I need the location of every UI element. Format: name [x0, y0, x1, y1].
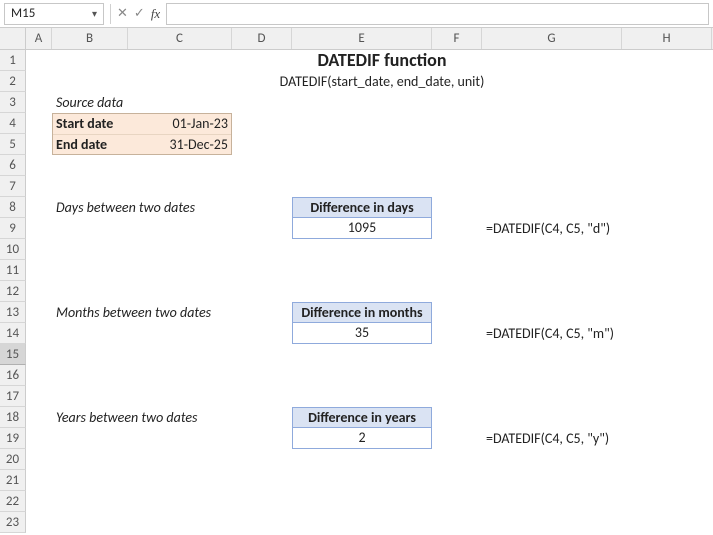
- cancel-icon: ✕: [117, 6, 128, 21]
- row-header-15[interactable]: 15: [0, 344, 26, 365]
- formula-input[interactable]: [166, 3, 709, 25]
- fx-icon[interactable]: fx: [151, 6, 160, 22]
- confirm-icon: ✓: [134, 6, 145, 21]
- row-header-5[interactable]: 5: [0, 134, 26, 155]
- row-header-4[interactable]: 4: [0, 113, 26, 134]
- formula-bar-buttons: ✕ ✓ fx: [117, 6, 160, 22]
- row-header-17[interactable]: 17: [0, 386, 26, 407]
- row-header-9[interactable]: 9: [0, 218, 26, 239]
- formula-bar: M15 ▾ ✕ ✓ fx: [0, 0, 713, 28]
- row-header-16[interactable]: 16: [0, 365, 26, 386]
- row-header-23[interactable]: 23: [0, 512, 26, 533]
- row-header-12[interactable]: 12: [0, 281, 26, 302]
- row-header-18[interactable]: 18: [0, 407, 26, 428]
- row-header-3[interactable]: 3: [0, 92, 26, 113]
- column-header-g[interactable]: G: [482, 28, 622, 49]
- start-date-label: Start date: [52, 113, 128, 134]
- result-value-1[interactable]: 35: [292, 323, 432, 344]
- column-header-a[interactable]: A: [26, 28, 52, 49]
- row-header-6[interactable]: 6: [0, 155, 26, 176]
- result-value-2[interactable]: 2: [292, 428, 432, 449]
- row-header-8[interactable]: 8: [0, 197, 26, 218]
- row-header-1[interactable]: 1: [0, 50, 26, 71]
- formula-text-1: =DATEDIF(C4, C5, "m"): [482, 323, 712, 344]
- end-date-label: End date: [52, 134, 128, 155]
- column-header-f[interactable]: F: [432, 28, 482, 49]
- row-header-22[interactable]: 22: [0, 491, 26, 512]
- source-heading: Source data: [52, 92, 232, 113]
- row-header-19[interactable]: 19: [0, 428, 26, 449]
- name-box[interactable]: M15 ▾: [4, 3, 104, 25]
- formula-text-0: =DATEDIF(C4, C5, "d"): [482, 218, 712, 239]
- section-desc-1: Months between two dates: [52, 302, 292, 323]
- row-header-11[interactable]: 11: [0, 260, 26, 281]
- column-header-e[interactable]: E: [292, 28, 432, 49]
- section-desc-0: Days between two dates: [52, 197, 292, 218]
- start-date-value[interactable]: 01-Jan-23: [128, 113, 232, 134]
- row-headers: 1234567891011121314151617181920212223: [0, 50, 26, 533]
- name-box-value: M15: [11, 6, 35, 21]
- row-header-21[interactable]: 21: [0, 470, 26, 491]
- spreadsheet-grid[interactable]: ABCDEFGH 1234567891011121314151617181920…: [0, 28, 713, 50]
- column-header-c[interactable]: C: [128, 28, 232, 49]
- end-date-value[interactable]: 31-Dec-25: [128, 134, 232, 155]
- formula-text-2: =DATEDIF(C4, C5, "y"): [482, 428, 712, 449]
- page-title: DATEDIF function: [52, 50, 712, 71]
- row-header-13[interactable]: 13: [0, 302, 26, 323]
- column-header-h[interactable]: H: [622, 28, 712, 49]
- column-header-b[interactable]: B: [52, 28, 128, 49]
- result-value-0[interactable]: 1095: [292, 218, 432, 239]
- column-header-d[interactable]: D: [232, 28, 292, 49]
- result-header-0: Difference in days: [292, 197, 432, 218]
- row-header-20[interactable]: 20: [0, 449, 26, 470]
- divider: [110, 4, 111, 24]
- result-header-1: Difference in months: [292, 302, 432, 323]
- row-header-14[interactable]: 14: [0, 323, 26, 344]
- row-header-2[interactable]: 2: [0, 71, 26, 92]
- chevron-down-icon[interactable]: ▾: [92, 7, 97, 20]
- select-all-corner[interactable]: [0, 28, 26, 50]
- column-headers: ABCDEFGH: [26, 28, 713, 50]
- row-header-7[interactable]: 7: [0, 176, 26, 197]
- result-header-2: Difference in years: [292, 407, 432, 428]
- section-desc-2: Years between two dates: [52, 407, 292, 428]
- syntax-text: DATEDIF(start_date, end_date, unit): [52, 71, 712, 92]
- row-header-10[interactable]: 10: [0, 239, 26, 260]
